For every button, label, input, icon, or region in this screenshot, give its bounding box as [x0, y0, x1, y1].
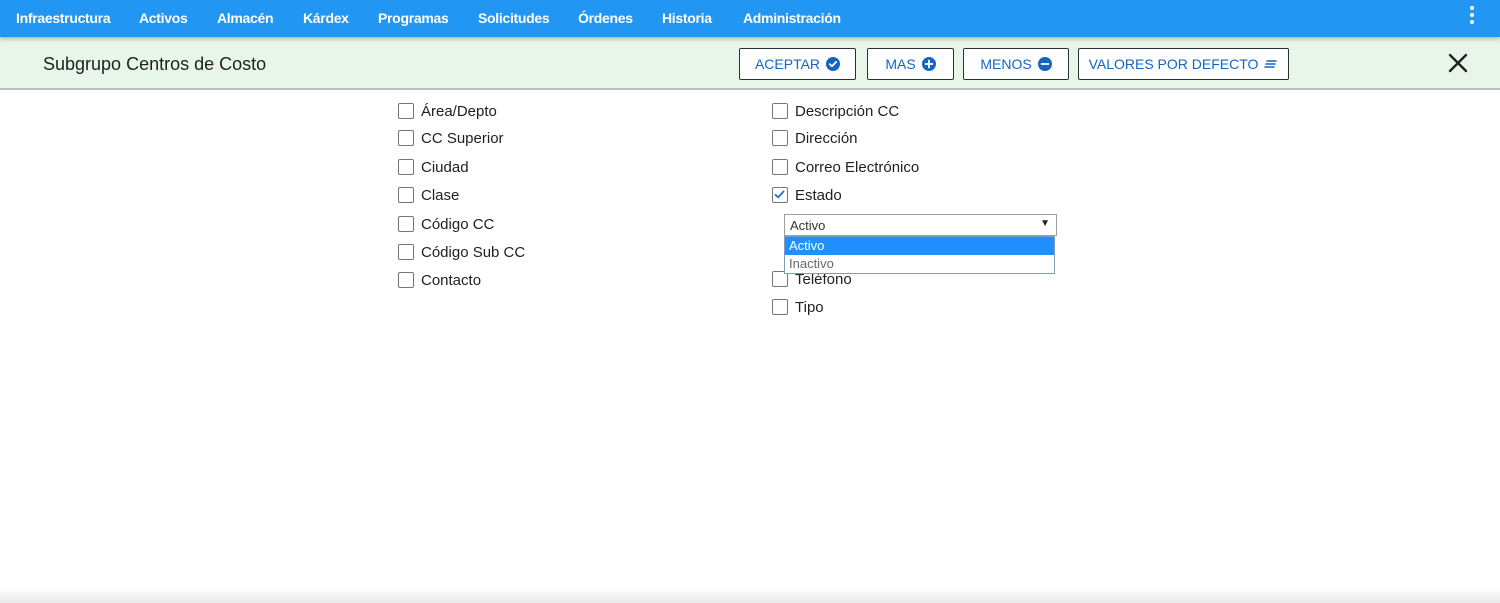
estado-select[interactable]: Activo ▼	[784, 214, 1057, 236]
plus-circle-icon	[921, 57, 936, 71]
field-codigo-sub-cc[interactable]: Código Sub CC	[398, 242, 525, 262]
nav-item-almacen[interactable]: Almacén	[217, 10, 274, 26]
accept-button-label: ACEPTAR	[754, 56, 821, 72]
bottom-shade	[0, 587, 1500, 603]
field-label: Código CC	[421, 215, 495, 233]
nav-item-solicitudes[interactable]: Solicitudes	[478, 10, 550, 26]
checkbox[interactable]	[398, 187, 414, 203]
field-area-depto[interactable]: Área/Depto	[398, 101, 497, 121]
checkbox[interactable]	[772, 159, 788, 175]
field-tipo[interactable]: Tipo	[772, 297, 824, 317]
nav-item-administracion[interactable]: Administración	[743, 10, 841, 26]
field-label: Contacto	[421, 271, 482, 289]
checkbox-checked[interactable]	[772, 187, 788, 203]
estado-option-activo[interactable]: Activo	[785, 237, 1054, 255]
kebab-vertical-icon[interactable]	[1468, 6, 1476, 28]
checkbox[interactable]	[772, 103, 788, 119]
field-descripcion-cc[interactable]: Descripción CC	[772, 101, 899, 121]
minus-circle-icon	[1037, 57, 1052, 71]
estado-option-inactivo[interactable]: Inactivo	[785, 255, 1054, 273]
field-contacto[interactable]: Contacto	[398, 270, 481, 290]
page-title: Subgrupo Centros de Costo	[43, 54, 267, 74]
field-label: Dirección	[795, 129, 858, 147]
nav-item-historia[interactable]: Historia	[662, 10, 712, 26]
checkbox[interactable]	[398, 130, 414, 146]
less-button[interactable]: MENOS	[963, 48, 1069, 80]
field-label: Clase	[421, 186, 460, 204]
caret-down-icon: ▼	[1040, 218, 1050, 229]
checkbox[interactable]	[772, 299, 788, 315]
check-circle-icon	[826, 57, 841, 71]
field-label: CC Superior	[421, 129, 504, 147]
checkbox[interactable]	[398, 103, 414, 119]
field-label: Estado	[795, 186, 842, 204]
form-toolbar: Subgrupo Centros de Costo ACEPTAR MAS ME…	[0, 37, 1500, 90]
close-icon[interactable]	[1446, 51, 1470, 75]
field-codigo-cc[interactable]: Código CC	[398, 214, 494, 234]
estado-select-value: Activo	[790, 218, 826, 233]
field-estado[interactable]: Estado	[772, 185, 842, 205]
nav-item-infraestructura[interactable]: Infraestructura	[16, 10, 111, 26]
checkbox[interactable]	[398, 216, 414, 232]
notes-lines-icon	[1264, 60, 1278, 68]
checkbox[interactable]	[398, 244, 414, 260]
field-cc-superior[interactable]: CC Superior	[398, 128, 504, 148]
less-button-label: MENOS	[980, 56, 1032, 72]
nav-item-programas[interactable]: Programas	[378, 10, 449, 26]
field-label: Área/Depto	[421, 102, 497, 120]
field-label: Ciudad	[421, 158, 469, 176]
more-button-label: MAS	[885, 56, 916, 72]
more-button[interactable]: MAS	[867, 48, 954, 80]
checkmark-icon	[774, 190, 785, 199]
checkbox[interactable]	[772, 130, 788, 146]
field-label: Código Sub CC	[421, 243, 526, 261]
top-navbar: Infraestructura Activos Almacén Kárdex P…	[0, 0, 1500, 37]
field-ciudad[interactable]: Ciudad	[398, 157, 469, 177]
accept-button[interactable]: ACEPTAR	[739, 48, 856, 80]
default-values-button-label: VALORES POR DEFECTO	[1088, 56, 1259, 72]
field-clase[interactable]: Clase	[398, 185, 459, 205]
field-correo-electronico[interactable]: Correo Electrónico	[772, 157, 919, 177]
nav-item-kardex[interactable]: Kárdex	[303, 10, 349, 26]
field-label: Correo Electrónico	[795, 158, 920, 176]
field-direccion[interactable]: Dirección	[772, 128, 858, 148]
checkbox[interactable]	[398, 272, 414, 288]
nav-item-activos[interactable]: Activos	[139, 10, 188, 26]
checkbox[interactable]	[398, 159, 414, 175]
default-values-button[interactable]: VALORES POR DEFECTO	[1078, 48, 1289, 80]
field-label: Tipo	[795, 298, 824, 316]
estado-dropdown-list: Activo Inactivo	[784, 236, 1055, 274]
field-label: Descripción CC	[795, 102, 900, 120]
nav-item-ordenes[interactable]: Órdenes	[578, 10, 633, 26]
